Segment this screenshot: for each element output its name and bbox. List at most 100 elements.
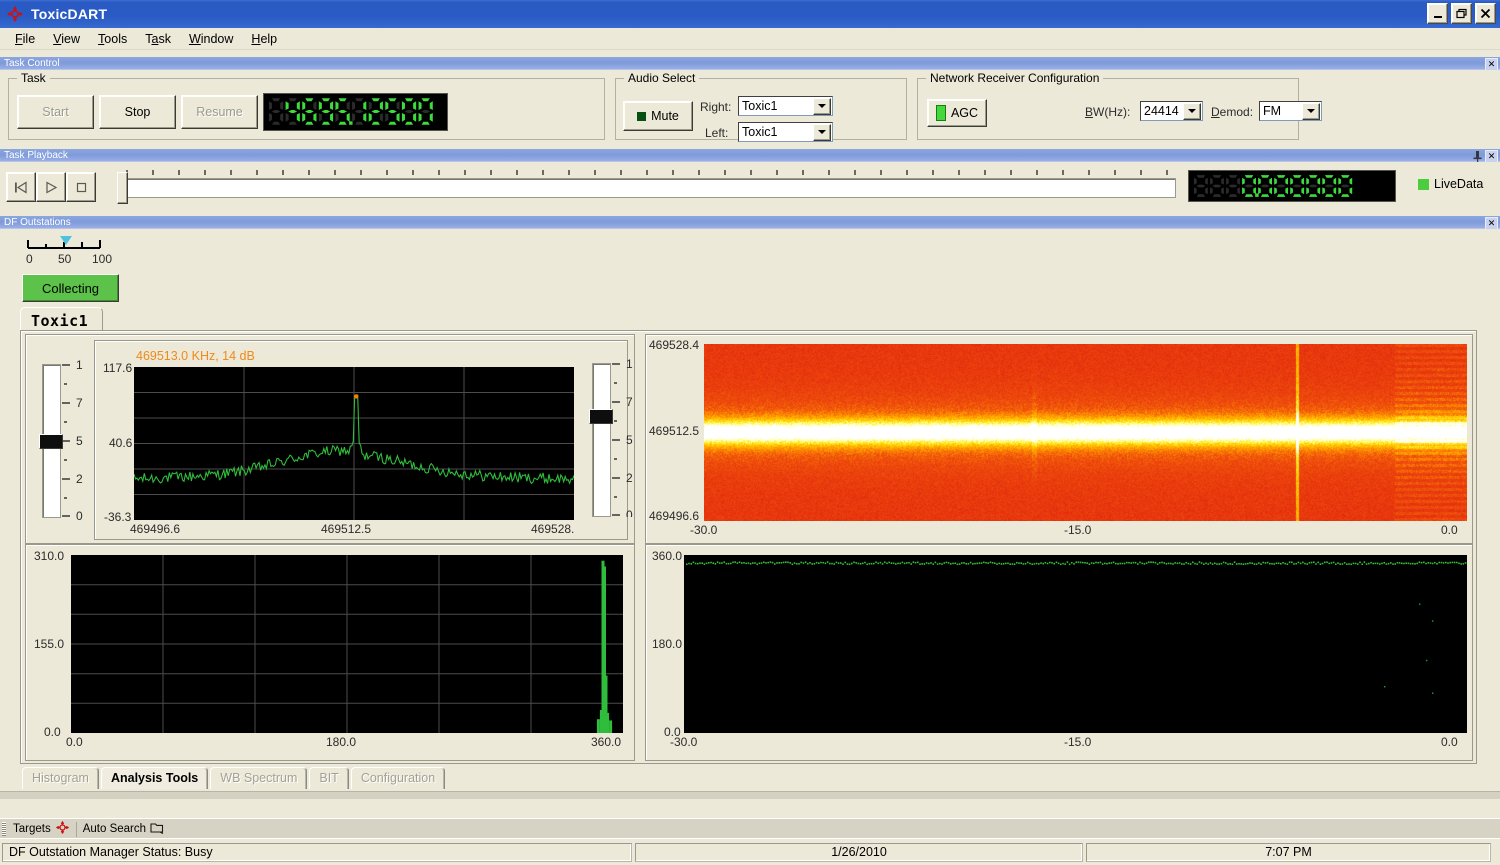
chevron-down-icon[interactable] <box>813 98 831 115</box>
menu-window[interactable]: Window <box>180 30 242 48</box>
play-button[interactable] <box>36 172 66 202</box>
collecting-status-label: Collecting <box>42 281 99 296</box>
menu-tools[interactable]: Tools <box>89 30 136 48</box>
chevron-down-icon[interactable] <box>813 124 831 141</box>
auto-search-button[interactable]: Auto Search <box>78 820 169 838</box>
targets-button[interactable]: Targets <box>8 820 75 838</box>
wf-slider-tick-label-50: 5 <box>626 433 633 447</box>
task-group: Task Start Stop Resume <box>8 78 605 140</box>
waterfall-canvas <box>704 344 1467 521</box>
auto-search-label: Auto Search <box>83 823 146 835</box>
waterfall-y-mid-label: 469512.5 <box>649 424 699 438</box>
task-control-caption: Task Control ✕ <box>0 57 1500 70</box>
bw-label: BW(Hz): <box>1085 105 1130 119</box>
wf-slider-tick-label-25: 2 <box>626 471 633 485</box>
playback-time-led <box>1188 170 1396 202</box>
network-receiver-title: Network Receiver Configuration <box>926 71 1103 85</box>
spectrum-gain-slider[interactable]: 1 7 5 2 0 <box>36 360 91 520</box>
menu-help[interactable]: Help <box>242 30 286 48</box>
toolstrip-grip[interactable] <box>2 822 6 836</box>
start-button[interactable]: Start <box>17 95 94 129</box>
stop-button-playback[interactable] <box>66 172 96 202</box>
chevron-down-icon[interactable] <box>1183 103 1201 120</box>
stop-button[interactable]: Stop <box>99 95 176 129</box>
playback-slider-thumb[interactable] <box>117 172 128 204</box>
skip-to-start-button[interactable] <box>6 172 36 202</box>
close-button[interactable] <box>1475 3 1496 24</box>
waterfall-gain-slider[interactable]: 1 7 5 2 0 <box>586 359 641 519</box>
scale-min-label: 0 <box>26 252 33 266</box>
left-channel-value: Toxic1 <box>742 125 813 139</box>
waterfall-gain-slider-thumb[interactable] <box>589 409 613 424</box>
tab-bit-label: BIT <box>319 771 338 785</box>
resume-button[interactable]: Resume <box>181 95 258 129</box>
histogram-y-min-label: 0.0 <box>44 725 61 739</box>
demod-combo[interactable]: FM <box>1259 101 1322 121</box>
collecting-status-button[interactable]: Collecting <box>22 274 119 302</box>
tab-wb-spectrum-label: WB Spectrum <box>220 771 297 785</box>
right-channel-combo[interactable]: Toxic1 <box>738 96 833 116</box>
tab-configuration-label: Configuration <box>361 771 435 785</box>
agc-button[interactable]: AGC <box>927 99 987 127</box>
status-date-cell: 1/26/2010 <box>635 843 1083 862</box>
scale-max-label: 100 <box>92 252 112 266</box>
waterfall-x-min-label: -30.0 <box>690 523 717 537</box>
minimize-button[interactable] <box>1427 3 1448 24</box>
df-outstations-body: 0 50 100 Collecting Toxic1 <box>0 229 1500 809</box>
tab-analysis-tools[interactable]: Analysis Tools <box>101 767 208 789</box>
spectrum-peak-annotation: 469513.0 KHz, 14 dB <box>136 349 255 363</box>
menu-task[interactable]: Task <box>136 30 180 48</box>
waterfall-y-min-label: 469496.6 <box>649 509 699 523</box>
left-channel-combo[interactable]: Toxic1 <box>738 122 833 142</box>
waterfall-chart: 469528.4 469512.5 469496.6 -30.0 -15.0 0… <box>645 334 1473 544</box>
mute-button[interactable]: Mute <box>623 101 693 131</box>
folder-search-icon <box>150 821 164 837</box>
menu-file[interactable]: FFileile <box>6 30 44 48</box>
playback-slider-track <box>122 178 1176 198</box>
wf-slider-tick-label-100: 1 <box>626 357 633 371</box>
targets-label: Targets <box>13 823 51 835</box>
menu-view[interactable]: View <box>44 30 89 48</box>
waterfall-gain-slider-track[interactable] <box>592 363 611 517</box>
window-title: ToxicDART <box>31 6 107 22</box>
spectrum-y-max-label: 117.6 <box>103 361 132 375</box>
bw-combo[interactable]: 24414 <box>1140 101 1203 121</box>
frequency-led-display <box>263 93 448 131</box>
spectrum-plot-area <box>134 367 574 520</box>
live-data-indicator-group: LiveData <box>1418 177 1483 191</box>
tab-bit[interactable]: BIT <box>309 767 348 789</box>
tab-histogram[interactable]: Histogram <box>22 767 99 789</box>
audio-select-group: Audio Select Mute Right: Toxic1 Left: To… <box>615 78 907 140</box>
tab-configuration[interactable]: Configuration <box>351 767 445 789</box>
waterfall-x-max-label: 0.0 <box>1441 523 1458 537</box>
waterfall-plot-area <box>704 344 1467 521</box>
status-time-cell: 7:07 PM <box>1086 843 1491 862</box>
station-tab-label: Toxic1 <box>31 312 88 330</box>
tab-wb-spectrum[interactable]: WB Spectrum <box>210 767 307 789</box>
playback-time-segments <box>1192 172 1392 200</box>
spectrum-gain-slider-thumb[interactable] <box>39 434 63 449</box>
network-receiver-group: Network Receiver Configuration AGC BW(Hz… <box>917 78 1299 140</box>
live-data-indicator <box>1418 179 1429 190</box>
bearing-x-min-label: -30.0 <box>670 735 697 749</box>
task-playback-caption: Task Playback ✕ <box>0 149 1500 162</box>
agc-label: AGC <box>951 106 978 120</box>
spectrum-plot-svg <box>134 367 574 520</box>
restore-button[interactable] <box>1451 3 1472 24</box>
bearing-plot-area <box>684 555 1467 733</box>
bearing-plot-svg <box>684 555 1467 733</box>
playback-slider[interactable] <box>112 168 1172 206</box>
df-outstations-caption: DF Outstations ✕ <box>0 216 1500 229</box>
pin-icon[interactable] <box>1473 151 1482 162</box>
task-control-body: Task Start Stop Resume Audio Select Mute… <box>0 70 1500 148</box>
waterfall-y-max-label: 469528.4 <box>649 338 699 352</box>
left-channel-label: Left: <box>705 126 728 140</box>
scale-mid-label: 50 <box>58 252 71 266</box>
signal-scale: 0 50 100 <box>24 234 134 270</box>
spectrum-x-mid-label: 469512.5 <box>321 522 371 536</box>
toolstrip-separator <box>76 822 77 837</box>
targets-toolstrip: Targets Auto Search <box>0 818 1500 839</box>
chevron-down-icon[interactable] <box>1302 103 1320 120</box>
df-outstations-caption-label: DF Outstations <box>4 217 71 228</box>
histogram-y-max-label: 310.0 <box>34 549 64 563</box>
